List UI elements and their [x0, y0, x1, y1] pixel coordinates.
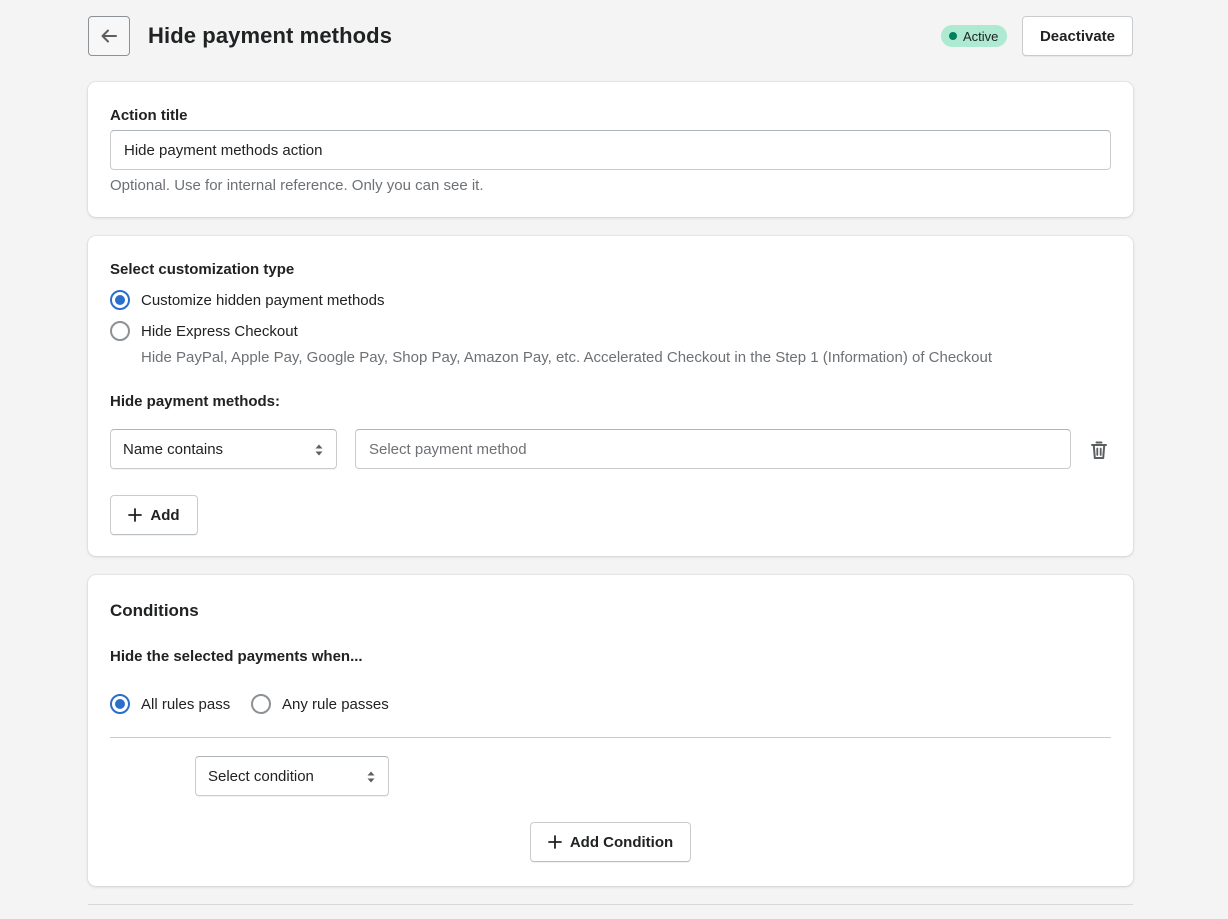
radio-button[interactable] — [110, 694, 130, 714]
page-title: Hide payment methods — [148, 23, 393, 48]
payment-method-input[interactable] — [355, 429, 1071, 469]
radio-all-rules-pass[interactable]: All rules pass — [110, 694, 230, 714]
condition-select-value: Select condition — [208, 767, 314, 785]
status-badge: Active — [941, 25, 1008, 47]
conditions-card: Conditions Hide the selected payments wh… — [88, 575, 1133, 886]
conditions-divider — [110, 737, 1111, 738]
conditions-subtitle: Hide the selected payments when... — [110, 648, 363, 665]
select-caret-icon — [315, 444, 323, 456]
action-title-card: Action title Optional. Use for internal … — [88, 82, 1133, 217]
radio-hide-express-checkout[interactable]: Hide Express Checkout — [110, 321, 298, 341]
select-caret-icon — [367, 771, 375, 783]
plus-icon — [547, 835, 562, 849]
radio-button[interactable] — [110, 321, 130, 341]
radio-any-rule-passes[interactable]: Any rule passes — [251, 694, 389, 714]
radio-label: Any rule passes — [282, 695, 389, 713]
page-header: Hide payment methods Active Deactivate — [88, 16, 1133, 56]
status-dot-icon — [949, 32, 957, 40]
customization-type-label: Select customization type — [110, 261, 295, 278]
radio-label: All rules pass — [141, 695, 231, 713]
arrow-left-icon — [101, 29, 117, 43]
customization-card: Select customization type Customize hidd… — [88, 236, 1133, 556]
plus-icon — [128, 508, 143, 522]
radio-customize-hidden-methods[interactable]: Customize hidden payment methods — [110, 290, 384, 310]
action-title-input[interactable] — [110, 130, 1111, 170]
radio-button[interactable] — [110, 290, 130, 310]
add-button-label: Add — [150, 506, 180, 524]
radio-button[interactable] — [251, 694, 271, 714]
action-title-label: Action title — [110, 107, 188, 124]
add-payment-method-button[interactable]: Add — [110, 495, 198, 535]
conditions-title: Conditions — [110, 601, 199, 620]
express-checkout-help: Hide PayPal, Apple Pay, Google Pay, Shop… — [141, 349, 993, 366]
match-type-select[interactable]: Name contains — [110, 429, 337, 469]
radio-label: Hide Express Checkout — [141, 322, 298, 340]
status-badge-label: Active — [963, 28, 999, 44]
trash-icon[interactable] — [1090, 441, 1108, 460]
add-condition-button[interactable]: Add Condition — [530, 822, 691, 862]
action-title-help: Optional. Use for internal reference. On… — [110, 177, 484, 194]
back-button[interactable] — [88, 16, 130, 56]
footer-divider — [88, 904, 1133, 905]
hide-methods-label: Hide payment methods: — [110, 393, 281, 410]
condition-select[interactable]: Select condition — [195, 756, 389, 796]
deactivate-button[interactable]: Deactivate — [1022, 16, 1133, 56]
add-condition-label: Add Condition — [569, 833, 674, 851]
radio-label: Customize hidden payment methods — [141, 291, 385, 309]
match-type-value: Name contains — [123, 440, 224, 458]
